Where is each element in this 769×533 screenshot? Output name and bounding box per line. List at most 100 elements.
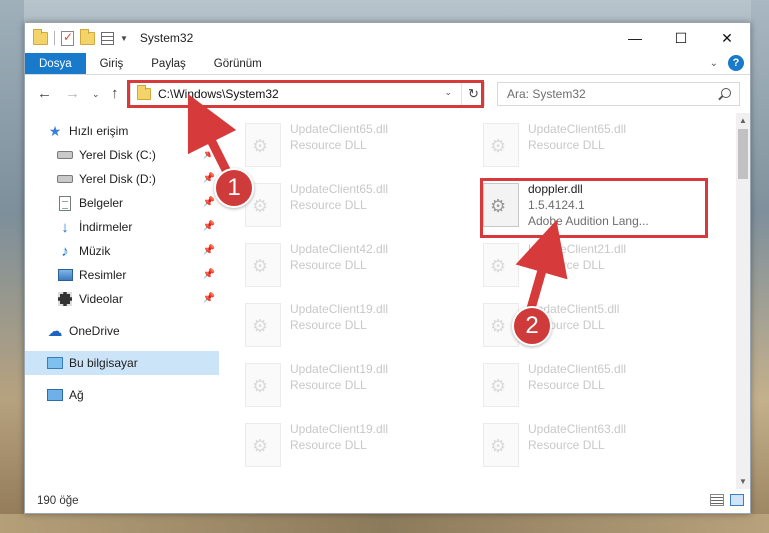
file-item[interactable]: UpdateClient42.dll Resource DLL (245, 239, 475, 295)
dll-file-icon (245, 423, 281, 467)
address-dropdown-icon[interactable]: ⌄ (444, 87, 452, 98)
dll-file-icon (483, 423, 519, 467)
up-arrow-icon[interactable]: ↑ (111, 85, 119, 102)
file-item[interactable]: UpdateClient19.dll Resource DLL (245, 419, 475, 475)
dll-file-icon (245, 363, 281, 407)
pin-icon[interactable]: 📌 (203, 173, 215, 184)
back-arrow-icon[interactable]: ← (37, 85, 52, 102)
file-list: UpdateClient65.dll Resource DLL UpdateCli… (221, 113, 736, 489)
file-description: Resource DLL (290, 378, 367, 392)
drive-icon (57, 172, 73, 186)
view-toggle (710, 494, 744, 506)
sidebar-item-local-disk-c[interactable]: Yerel Disk (C:) 📌 (25, 143, 219, 167)
pin-icon[interactable]: 📌 (203, 149, 215, 160)
sidebar-item-pictures[interactable]: Resimler 📌 (25, 263, 219, 287)
help-icon[interactable]: ? (728, 55, 744, 71)
sidebar-item-music[interactable]: ♪ Müzik 📌 (25, 239, 219, 263)
new-folder-icon[interactable] (80, 28, 95, 45)
sidebar-item-documents[interactable]: Belgeler 📌 (25, 191, 219, 215)
file-name: doppler.dll (528, 182, 583, 196)
tab-gorunum[interactable]: Görünüm (200, 53, 276, 74)
file-name: UpdateClient63.dll (528, 422, 627, 436)
tab-giris[interactable]: Giriş (86, 53, 138, 74)
file-item[interactable]: UpdateClient65.dll Resource DLL (245, 119, 475, 175)
address-path[interactable]: C:\Windows\System32 (158, 87, 279, 101)
navigation-pane: ★ Hızlı erişim Yerel Disk (C:) 📌 Yerel D… (25, 113, 219, 489)
sidebar-item-this-pc[interactable]: Bu bilgisayar (25, 351, 219, 375)
properties-check-icon[interactable] (61, 30, 74, 46)
file-item[interactable]: UpdateClient65.dll Resource DLL (245, 179, 475, 235)
desktop-background-right (751, 0, 769, 533)
dll-file-icon (483, 123, 519, 167)
file-description: Resource DLL (290, 138, 367, 152)
sidebar-item-videos[interactable]: Videolar 📌 (25, 287, 219, 311)
sidebar-item-downloads[interactable]: ↓ İndirmeler 📌 (25, 215, 219, 239)
file-description: Resource DLL (528, 258, 605, 272)
sidebar-item-label: Yerel Disk (D:) (79, 172, 156, 186)
ribbon-right-controls: ⌄ ? (710, 55, 744, 71)
file-item[interactable]: UpdateClient19.dll Resource DLL (245, 359, 475, 415)
toolbar-divider (54, 31, 55, 45)
maximize-button[interactable]: ☐ (658, 23, 704, 53)
scroll-down-arrow-icon[interactable]: ▼ (739, 477, 747, 486)
file-name: UpdateClient65.dll (528, 122, 627, 136)
file-item[interactable]: UpdateClient21.dll Resource DLL (483, 239, 713, 295)
file-item[interactable]: UpdateClient63.dll Resource DLL (483, 419, 713, 475)
dll-file-icon (483, 363, 519, 407)
pin-icon[interactable]: 📌 (203, 293, 215, 304)
star-icon: ★ (48, 122, 62, 139)
music-icon: ♪ (61, 242, 69, 260)
download-icon: ↓ (61, 218, 69, 236)
pin-icon[interactable]: 📌 (203, 269, 215, 280)
dll-file-icon (245, 243, 281, 287)
file-item-doppler-dll[interactable]: doppler.dll 1.5.4124.1 Adobe Audition La… (483, 179, 713, 235)
search-icon[interactable] (721, 88, 731, 98)
file-name: UpdateClient65.dll (290, 182, 389, 196)
file-item[interactable]: UpdateClient65.dll Resource DLL (483, 119, 713, 175)
scroll-up-arrow-icon[interactable]: ▲ (739, 116, 747, 125)
sidebar-item-quick-access[interactable]: ★ Hızlı erişim (25, 119, 219, 143)
minimize-button[interactable]: — (612, 23, 658, 53)
sidebar-item-network[interactable]: Ağ (25, 383, 219, 407)
expand-ribbon-chevron-icon[interactable]: ⌄ (710, 58, 718, 69)
sidebar-item-local-disk-d[interactable]: Yerel Disk (D:) 📌 (25, 167, 219, 191)
file-description: Resource DLL (528, 438, 605, 452)
search-box[interactable]: Ara: System32 (497, 82, 740, 106)
file-item[interactable]: UpdateClient65.dll Resource DLL (483, 359, 713, 415)
videos-icon (57, 292, 73, 306)
onedrive-icon: ☁ (47, 323, 63, 340)
address-bar[interactable]: C:\Windows\System32 ⌄ (130, 82, 485, 106)
documents-icon (57, 195, 73, 211)
file-explorer-window: ▼ System32 — ☐ ✕ Dosya Giriş Paylaş Görü… (24, 22, 751, 514)
file-item[interactable]: UpdateClient19.dll Resource DLL (245, 299, 475, 355)
dll-file-icon (245, 123, 281, 167)
sidebar-item-label: İndirmeler (79, 220, 133, 234)
tab-dosya[interactable]: Dosya (25, 53, 86, 74)
file-description: Adobe Audition Lang... (528, 214, 649, 228)
file-description: Resource DLL (290, 258, 367, 272)
recent-locations-chevron-icon[interactable]: ⌄ (92, 89, 100, 100)
refresh-button[interactable]: ↻ (461, 82, 485, 106)
search-input[interactable]: Ara: System32 (507, 87, 586, 101)
pin-icon[interactable]: 📌 (203, 221, 215, 232)
quick-access-toolbar: ▼ (33, 28, 128, 46)
tiles-view-icon[interactable] (730, 494, 744, 506)
pictures-icon (57, 268, 73, 282)
pin-icon[interactable]: 📌 (203, 245, 215, 256)
vertical-scrollbar[interactable]: ▲ ▼ (736, 113, 750, 489)
sidebar-item-label: Videolar (79, 292, 123, 306)
pin-icon[interactable]: 📌 (203, 197, 215, 208)
forward-arrow-icon[interactable]: → (65, 85, 80, 102)
details-view-icon[interactable] (710, 494, 724, 506)
customize-toolbar-chevron-icon[interactable]: ▼ (120, 34, 128, 43)
properties-icon[interactable] (101, 31, 114, 45)
file-name: UpdateClient19.dll (290, 302, 389, 316)
tab-paylas[interactable]: Paylaş (137, 53, 200, 74)
refresh-icon: ↻ (468, 86, 479, 101)
scrollbar-thumb[interactable] (738, 129, 748, 179)
this-pc-icon (47, 356, 63, 370)
network-icon (47, 388, 63, 402)
sidebar-item-onedrive[interactable]: ☁ OneDrive (25, 319, 219, 343)
close-button[interactable]: ✕ (704, 23, 750, 53)
sidebar-item-label: Müzik (79, 244, 111, 258)
